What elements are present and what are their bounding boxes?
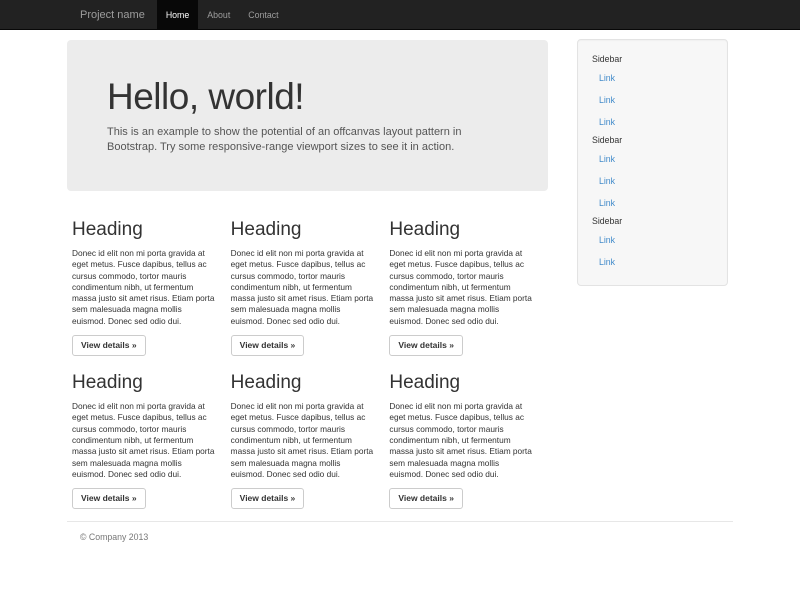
card-row-1: Heading Donec id elit non mi porta gravi… <box>67 203 548 356</box>
feature-card: Heading Donec id elit non mi porta gravi… <box>72 203 215 356</box>
sidebar-link[interactable]: Link <box>592 229 713 251</box>
navbar-menu: Home About Contact <box>157 0 288 30</box>
sidebar-link[interactable]: Link <box>592 170 713 192</box>
feature-card: Heading Donec id elit non mi porta gravi… <box>389 203 532 356</box>
view-details-button[interactable]: View details » <box>231 488 305 509</box>
card-heading: Heading <box>389 219 532 240</box>
footer-divider <box>67 521 733 522</box>
page-container: Hello, world! This is an example to show… <box>67 30 733 542</box>
view-details-button[interactable]: View details » <box>72 488 146 509</box>
feature-card: Heading Donec id elit non mi porta gravi… <box>389 356 532 509</box>
card-heading: Heading <box>72 372 215 393</box>
sidebar-group-header: Sidebar <box>592 133 713 148</box>
offcanvas-row: Hello, world! This is an example to show… <box>67 30 733 509</box>
page-title: Hello, world! <box>107 76 508 117</box>
page-footer: © Company 2013 <box>67 521 733 542</box>
card-body-text: Donec id elit non mi porta gravida at eg… <box>389 248 532 327</box>
sidebar-link[interactable]: Link <box>592 111 713 133</box>
card-heading: Heading <box>389 372 532 393</box>
card-heading: Heading <box>231 219 374 240</box>
card-body-text: Donec id elit non mi porta gravida at eg… <box>231 248 374 327</box>
feature-card: Heading Donec id elit non mi porta gravi… <box>231 203 374 356</box>
view-details-button[interactable]: View details » <box>72 335 146 356</box>
sidebar-group-header: Sidebar <box>592 214 713 229</box>
sidebar-link[interactable]: Link <box>592 89 713 111</box>
feature-card: Heading Donec id elit non mi porta gravi… <box>231 356 374 509</box>
view-details-button[interactable]: View details » <box>389 488 463 509</box>
sidebar-link[interactable]: Link <box>592 251 713 273</box>
card-heading: Heading <box>231 372 374 393</box>
jumbotron: Hello, world! This is an example to show… <box>67 40 548 191</box>
nav-item-about[interactable]: About <box>198 0 239 30</box>
card-heading: Heading <box>72 219 215 240</box>
jumbotron-subtitle: This is an example to show the potential… <box>107 125 508 155</box>
feature-card: Heading Donec id elit non mi porta gravi… <box>72 356 215 509</box>
card-body-text: Donec id elit non mi porta gravida at eg… <box>389 401 532 480</box>
view-details-button[interactable]: View details » <box>389 335 463 356</box>
main-content: Hello, world! This is an example to show… <box>67 30 548 509</box>
sidebar-group-header: Sidebar <box>592 52 713 67</box>
navbar-brand[interactable]: Project name <box>67 0 157 30</box>
card-body-text: Donec id elit non mi porta gravida at eg… <box>72 248 215 327</box>
card-body-text: Donec id elit non mi porta gravida at eg… <box>72 401 215 480</box>
sidebar-well: Sidebar Link Link Link Sidebar Link Link… <box>577 39 728 286</box>
sidebar-link[interactable]: Link <box>592 192 713 214</box>
copyright-text: © Company 2013 <box>80 532 733 542</box>
card-row-2: Heading Donec id elit non mi porta gravi… <box>67 356 548 509</box>
navbar-container: Project name Home About Contact <box>67 0 733 30</box>
nav-item-contact[interactable]: Contact <box>239 0 287 30</box>
navbar: Project name Home About Contact <box>0 0 800 30</box>
nav-item-home[interactable]: Home <box>157 0 198 30</box>
sidebar-link[interactable]: Link <box>592 148 713 170</box>
view-details-button[interactable]: View details » <box>231 335 305 356</box>
card-body-text: Donec id elit non mi porta gravida at eg… <box>231 401 374 480</box>
sidebar-link[interactable]: Link <box>592 67 713 89</box>
sidebar-column: Sidebar Link Link Link Sidebar Link Link… <box>577 30 728 286</box>
